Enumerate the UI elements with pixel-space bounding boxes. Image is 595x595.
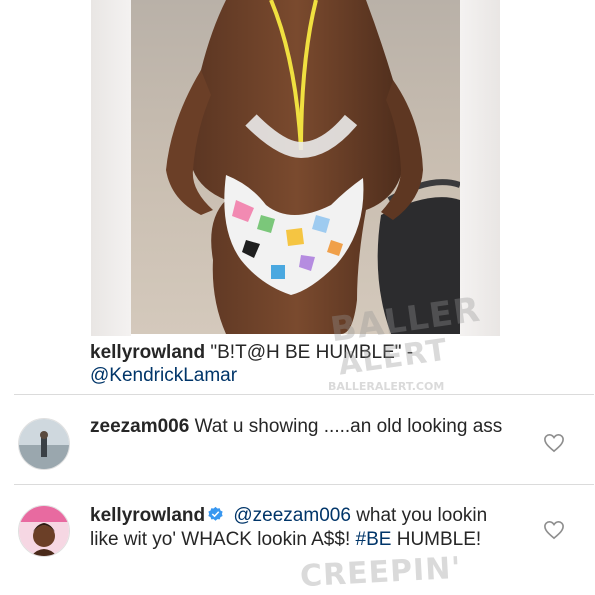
caption-text: "B!T@H BE HUMBLE" - bbox=[210, 342, 414, 363]
post-photo[interactable] bbox=[131, 0, 460, 334]
comment-text: zeezam006 Wat u showing .....an old look… bbox=[90, 415, 515, 439]
post-photo-area bbox=[0, 0, 595, 336]
comment-text: kellyrowland @zeezam006 what you lookin … bbox=[90, 504, 515, 552]
comment-username[interactable]: zeezam006 bbox=[90, 416, 189, 437]
comment-body-end: HUMBLE! bbox=[396, 529, 482, 550]
post-caption: kellyrowland "B!T@H BE HUMBLE" - @Kendri… bbox=[90, 341, 570, 387]
divider bbox=[14, 484, 594, 485]
photo-frame-left bbox=[91, 0, 131, 336]
caption-username[interactable]: kellyrowland bbox=[90, 342, 205, 363]
divider bbox=[14, 394, 594, 395]
verified-badge-icon bbox=[208, 506, 223, 521]
avatar[interactable] bbox=[18, 418, 70, 470]
comment-hashtag[interactable]: #BE bbox=[356, 529, 392, 550]
beach-photo-illustration bbox=[131, 0, 460, 334]
heart-icon[interactable] bbox=[543, 520, 565, 540]
photo-frame-right bbox=[460, 0, 500, 336]
heart-icon[interactable] bbox=[543, 433, 565, 453]
avatar[interactable] bbox=[18, 505, 70, 557]
caption-mention[interactable]: @KendrickLamar bbox=[90, 365, 237, 386]
comment-item: kellyrowland @zeezam006 what you lookin … bbox=[0, 492, 595, 592]
comment-body: Wat u showing .....an old looking ass bbox=[194, 416, 503, 437]
comment-item: zeezam006 Wat u showing .....an old look… bbox=[0, 405, 595, 480]
comment-mention[interactable]: @zeezam006 bbox=[233, 505, 351, 526]
comment-username[interactable]: kellyrowland bbox=[90, 505, 205, 526]
